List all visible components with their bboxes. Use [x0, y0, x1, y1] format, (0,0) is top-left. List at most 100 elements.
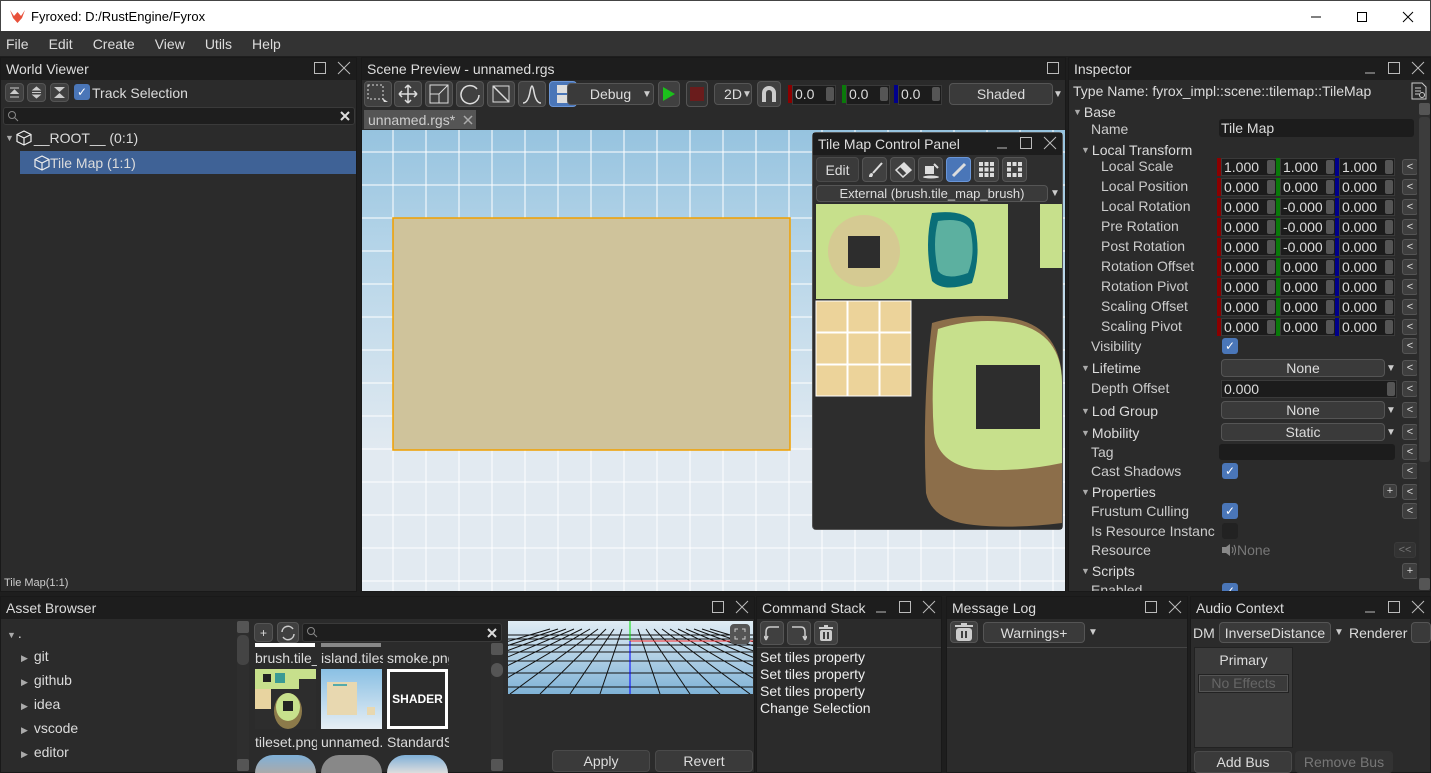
minimize-panel-icon[interactable]	[1363, 61, 1377, 75]
maximize-panel-icon[interactable]	[1387, 600, 1401, 614]
play-button[interactable]	[658, 81, 680, 107]
palette-sand-tile[interactable]	[847, 364, 880, 397]
clear-commands-button[interactable]	[814, 621, 838, 645]
rect-fill-tool-button[interactable]	[974, 157, 999, 182]
add-asset-button[interactable]: +	[254, 623, 273, 642]
asset-thumb-sphere-1[interactable]	[255, 755, 316, 773]
command-item[interactable]: Set tiles property	[760, 683, 871, 700]
docs-icon[interactable]	[1411, 82, 1427, 100]
locate-selection-button[interactable]	[50, 83, 69, 102]
vector-x-input[interactable]: 0.000	[1217, 258, 1277, 276]
vector-y-input[interactable]: 0.000	[1276, 258, 1336, 276]
asset-search-input[interactable]	[302, 623, 502, 642]
snap-toggle-button[interactable]	[757, 81, 781, 107]
brush-tool-button[interactable]	[862, 157, 887, 182]
asset-file-label[interactable]: island.tiles	[321, 650, 383, 666]
apply-button[interactable]: Apply	[552, 750, 650, 772]
revert-button[interactable]: <	[1402, 503, 1417, 519]
close-window-button[interactable]	[1385, 1, 1431, 32]
revert-button[interactable]: <	[1402, 279, 1417, 295]
menu-utils[interactable]: Utils	[205, 36, 232, 52]
revert-button[interactable]: <	[1402, 381, 1417, 397]
close-tab-icon[interactable]	[463, 114, 473, 125]
maximize-panel-icon[interactable]	[1144, 600, 1158, 614]
palette-sand-tile[interactable]	[815, 364, 848, 397]
vector-z-input[interactable]: 0.000	[1335, 218, 1395, 236]
asset-file-label[interactable]: smoke.png	[387, 650, 449, 666]
move-tool-button[interactable]	[394, 81, 422, 107]
world-search-input[interactable]	[3, 107, 355, 125]
vector-x-input[interactable]: 0.000	[1217, 298, 1277, 316]
section-scripts[interactable]: ▼ Scripts	[1081, 561, 1417, 581]
snap-z-input[interactable]: 0.0	[894, 85, 942, 105]
mobility-dropdown[interactable]: Static	[1221, 423, 1385, 441]
renderer-dropdown[interactable]	[1411, 622, 1431, 643]
scroll-down-arrow[interactable]	[491, 759, 503, 771]
resource-field[interactable]: None	[1221, 542, 1270, 558]
clear-search-icon[interactable]	[340, 111, 350, 121]
frustum-culling-checkbox[interactable]: ✓	[1222, 503, 1238, 519]
close-panel-icon[interactable]	[735, 600, 749, 614]
vector-y-input[interactable]: 0.000	[1276, 318, 1336, 336]
chevron-down-icon[interactable]: ▼	[1051, 85, 1065, 103]
maximize-panel-icon[interactable]	[898, 600, 912, 614]
visibility-checkbox[interactable]: ✓	[1222, 338, 1238, 354]
scroll-down-arrow[interactable]	[237, 759, 249, 771]
asset-thumb-sphere-3[interactable]	[387, 755, 448, 773]
audio-bus-primary[interactable]: Primary No Effects	[1194, 647, 1293, 748]
scroll-down-arrow[interactable]	[1419, 578, 1430, 590]
vector-z-input[interactable]: 0.000	[1335, 278, 1395, 296]
maximize-panel-icon[interactable]	[1387, 61, 1401, 75]
folder-item[interactable]: ▶ idea	[21, 696, 60, 712]
scroll-up-arrow[interactable]	[491, 643, 503, 655]
scale-tool-button[interactable]	[425, 81, 453, 107]
menu-view[interactable]: View	[155, 36, 185, 52]
vector-z-input[interactable]: 0.000	[1335, 198, 1395, 216]
expand-arrow-icon[interactable]: ▼	[5, 133, 14, 143]
revert-button[interactable]: <	[1402, 159, 1417, 175]
chevron-down-icon[interactable]: ▼	[1384, 401, 1398, 419]
close-panel-icon[interactable]	[1168, 600, 1182, 614]
folder-item[interactable]: ▶ git	[21, 648, 49, 664]
asset-thumb-tileset[interactable]	[255, 669, 316, 729]
edit-button[interactable]: Edit	[816, 157, 859, 182]
minimize-panel-icon[interactable]	[1363, 600, 1377, 614]
render-mode-dropdown[interactable]: Shaded	[949, 83, 1053, 105]
maximize-panel-icon[interactable]	[1046, 61, 1060, 75]
vector-y-input[interactable]: 0.000	[1276, 298, 1336, 316]
log-filter-dropdown[interactable]: Warnings+	[983, 622, 1085, 643]
brush-selector-dropdown[interactable]: External (brush.tile_map_brush)	[816, 185, 1048, 202]
chevron-down-icon[interactable]: ▼	[640, 85, 654, 103]
close-panel-icon[interactable]	[922, 600, 936, 614]
snap-y-input[interactable]: 0.0	[842, 85, 890, 105]
revert-button[interactable]: <	[1402, 239, 1417, 255]
menu-file[interactable]: File	[6, 36, 29, 52]
palette-sand-tile[interactable]	[815, 300, 848, 333]
tile-palette[interactable]	[814, 203, 1062, 529]
add-bus-button[interactable]: Add Bus	[1194, 751, 1292, 773]
revert-button[interactable]: <	[1402, 360, 1417, 376]
clear-log-button[interactable]	[950, 621, 978, 643]
revert-button[interactable]: <	[1402, 299, 1417, 315]
vector-z-input[interactable]: 0.000	[1335, 178, 1395, 196]
revert-button[interactable]: <	[1402, 179, 1417, 195]
revert-button[interactable]: <	[1402, 338, 1417, 354]
vector-z-input[interactable]: 0.000	[1335, 238, 1395, 256]
palette-sand-tile[interactable]	[847, 332, 880, 365]
vector-x-input[interactable]: 0.000	[1217, 278, 1277, 296]
vector-x-input[interactable]: 0.000	[1217, 198, 1277, 216]
redo-button[interactable]	[787, 621, 811, 645]
revert-button[interactable]: <	[1402, 463, 1417, 479]
command-item[interactable]: Change Selection	[760, 700, 871, 717]
tree-item-root[interactable]: ▼ __ROOT__ (0:1)	[5, 130, 138, 146]
add-property-button[interactable]: +	[1383, 484, 1397, 498]
chevron-down-icon[interactable]: ▼	[1332, 623, 1346, 641]
minimize-panel-icon[interactable]	[995, 136, 1009, 150]
maximize-button[interactable]	[1339, 1, 1385, 32]
snap-x-input[interactable]: 0.0	[788, 85, 836, 105]
vector-y-input[interactable]: 0.000	[1276, 178, 1336, 196]
revert-all-button[interactable]: <<	[1394, 542, 1416, 558]
vector-z-input[interactable]: 0.000	[1335, 298, 1395, 316]
tag-input[interactable]	[1219, 444, 1395, 460]
pick-tool-button[interactable]	[946, 157, 971, 182]
